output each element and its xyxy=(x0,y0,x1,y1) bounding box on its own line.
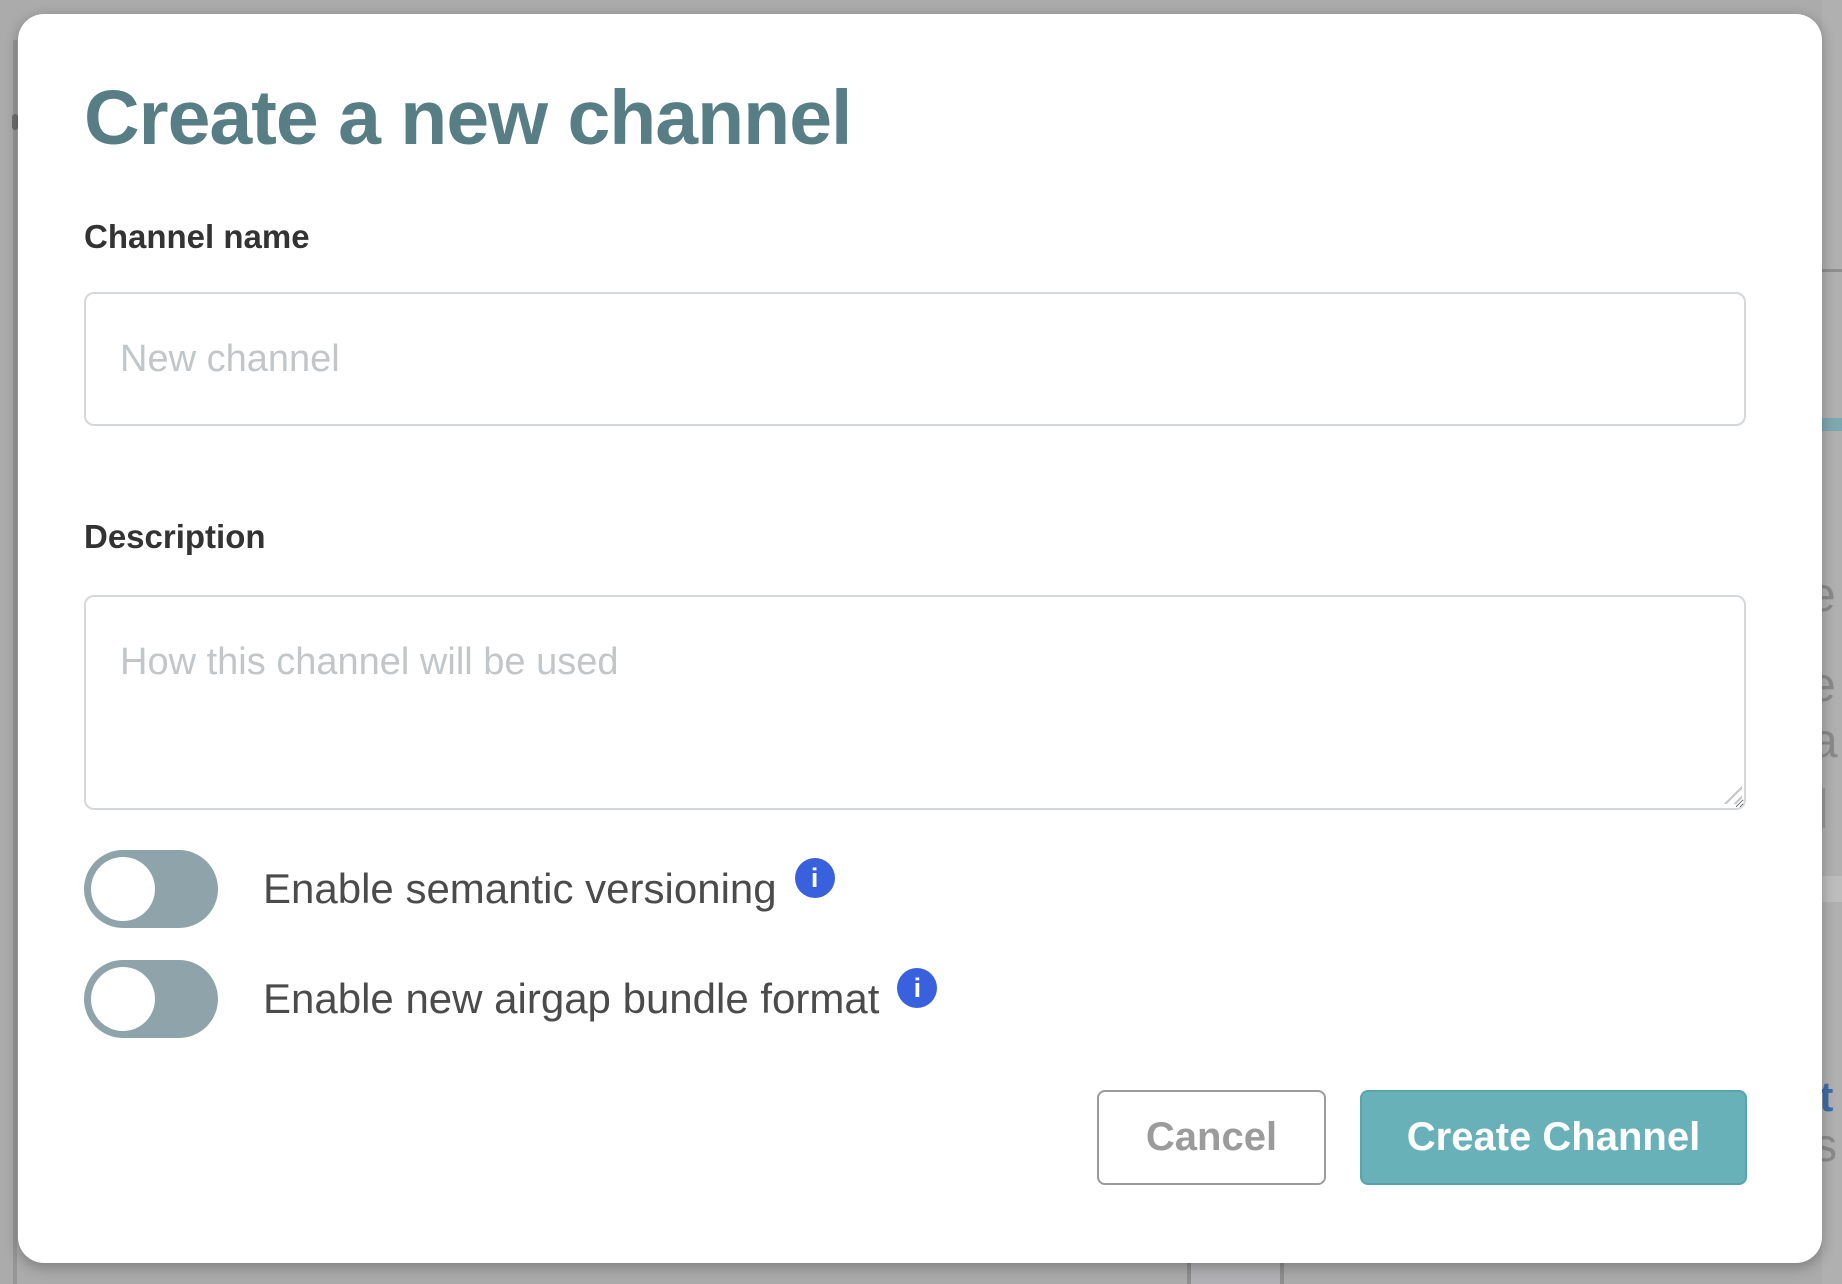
description-label: Description xyxy=(84,517,266,557)
screen: e e a at s Create a new channel Channel … xyxy=(0,0,1842,1284)
semantic-versioning-label: Enable semantic versioning xyxy=(263,868,777,910)
toggle-knob xyxy=(91,857,155,921)
info-icon[interactable]: i xyxy=(897,968,937,1008)
background-page-edge xyxy=(13,40,17,1284)
create-channel-button[interactable]: Create Channel xyxy=(1360,1090,1747,1185)
create-channel-modal: Create a new channel Channel name Descri… xyxy=(18,14,1822,1263)
background-link-fragment: at xyxy=(1822,1076,1833,1118)
info-icon-glyph: i xyxy=(914,975,922,1002)
background-text-fragment: s xyxy=(1822,1122,1837,1168)
channel-name-input[interactable] xyxy=(84,292,1746,426)
channel-name-label: Channel name xyxy=(84,217,310,257)
background-page-fragment xyxy=(1187,1263,1284,1284)
toggle-knob xyxy=(91,967,155,1031)
semantic-versioning-toggle[interactable] xyxy=(84,850,218,928)
modal-title: Create a new channel xyxy=(84,76,851,161)
background-divider xyxy=(1822,269,1842,272)
airgap-bundle-toggle[interactable] xyxy=(84,960,218,1038)
background-text-fragment xyxy=(1822,788,1825,828)
airgap-bundle-row: Enable new airgap bundle format i xyxy=(84,960,937,1038)
background-text-fragment: e xyxy=(1822,572,1836,620)
modal-footer: Cancel Create Channel xyxy=(1097,1090,1747,1185)
background-page-strip: e e a at s xyxy=(1822,0,1842,1284)
background-text-fragment: a xyxy=(1822,718,1838,766)
background-teal-fragment xyxy=(1822,418,1842,431)
airgap-bundle-label: Enable new airgap bundle format xyxy=(263,978,879,1020)
background-text-fragment: e xyxy=(1822,662,1836,710)
description-textarea[interactable] xyxy=(84,595,1746,810)
cancel-button[interactable]: Cancel xyxy=(1097,1090,1326,1185)
background-page-fragment xyxy=(1822,876,1842,902)
info-icon[interactable]: i xyxy=(795,858,835,898)
info-icon-glyph: i xyxy=(811,865,819,892)
semantic-versioning-row: Enable semantic versioning i xyxy=(84,850,835,928)
